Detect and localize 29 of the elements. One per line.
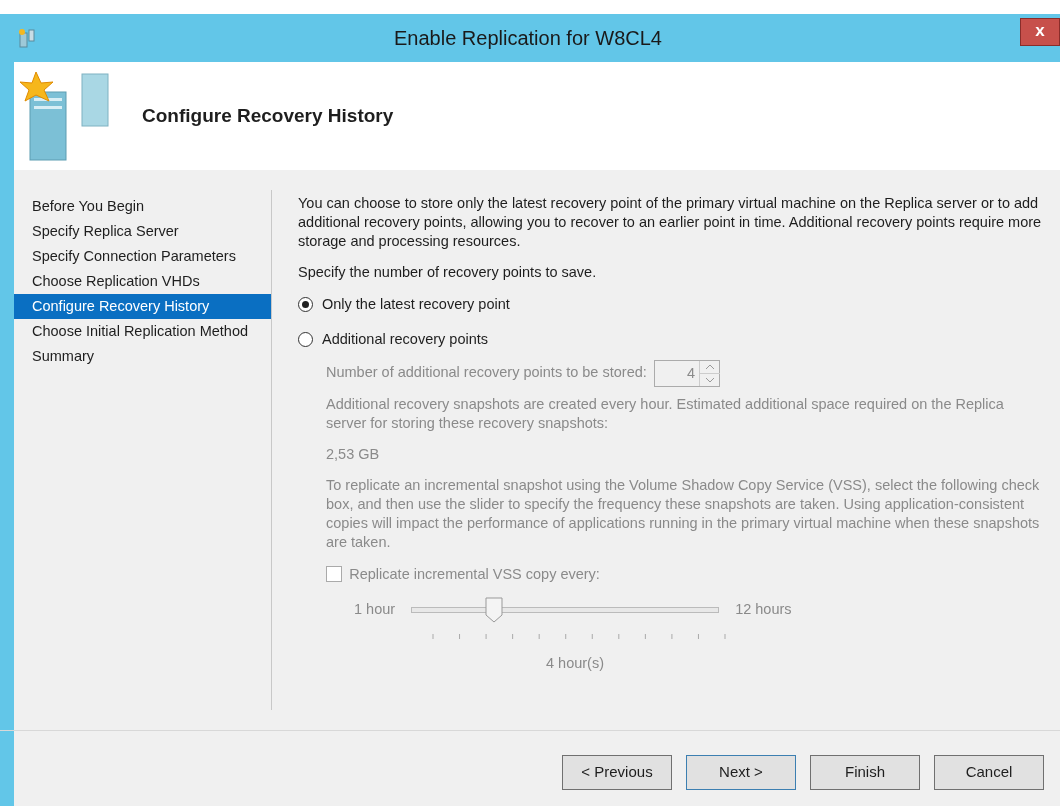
- close-button[interactable]: x: [1020, 18, 1060, 46]
- page-heading: Configure Recovery History: [142, 103, 394, 128]
- radio-button[interactable]: [298, 297, 313, 313]
- space-value: 2,53 GB: [326, 444, 381, 464]
- wizard-step[interactable]: Summary: [14, 344, 271, 369]
- wizard-step[interactable]: Choose Initial Replication Method: [14, 319, 271, 344]
- wizard-button[interactable]: < Previous: [562, 755, 672, 790]
- wizard-step[interactable]: Before You Begin: [14, 194, 271, 219]
- intro-text: You can choose to store only the latest recovery point of the primary virtual machine on the Replica server or to add additional recovery points, allowing you to recover to an earlier point in time. Additional recovery points require more storage and processing resources.: [298, 194, 1042, 251]
- prompt-text: Specify the number of recovery points to save.: [298, 263, 598, 282]
- slider-reading: 4 hour(s): [546, 654, 605, 674]
- slider-max-label: 12 hours: [735, 600, 792, 620]
- wizard-step[interactable]: Specify Replica Server: [14, 219, 271, 244]
- radio-label: Only the latest recovery point: [322, 295, 510, 314]
- vss-note: To replicate an incremental snapshot using the Volume Shadow Copy Service (VSS), select the following check box, and then use the slider to specify the frequency these snapshots are taken. Using application-consistent copies will impact the performance of applications running in the primary virtual machine when these snapshots are taken.: [326, 475, 1041, 552]
- space-note: Additional recovery snapshots are created every hour. Estimated additional space required on the Replica server for storing these recovery snapshots:: [326, 394, 1005, 433]
- radio-label: Additional recovery points: [322, 329, 489, 349]
- wizard-step[interactable]: Specify Connection Parameters: [14, 244, 271, 269]
- wizard-step[interactable]: Choose Replication VHDs: [14, 269, 271, 294]
- count-label: Number of additional recovery points to be stored:: [326, 363, 647, 383]
- server-icon: [18, 28, 36, 48]
- checkbox-label: Replicate incremental VSS copy every:: [349, 564, 600, 584]
- slider-min-label: 1 hour: [354, 600, 396, 620]
- wizard-button[interactable]: Next >: [686, 755, 796, 790]
- radio-button[interactable]: [298, 332, 313, 348]
- wizard-step[interactable]: Configure Recovery History: [14, 294, 271, 319]
- window-title: Enable Replication for W8CL4: [393, 26, 663, 51]
- wizard-button[interactable]: Cancel: [934, 755, 1044, 790]
- wizard-button[interactable]: Finish: [810, 755, 920, 790]
